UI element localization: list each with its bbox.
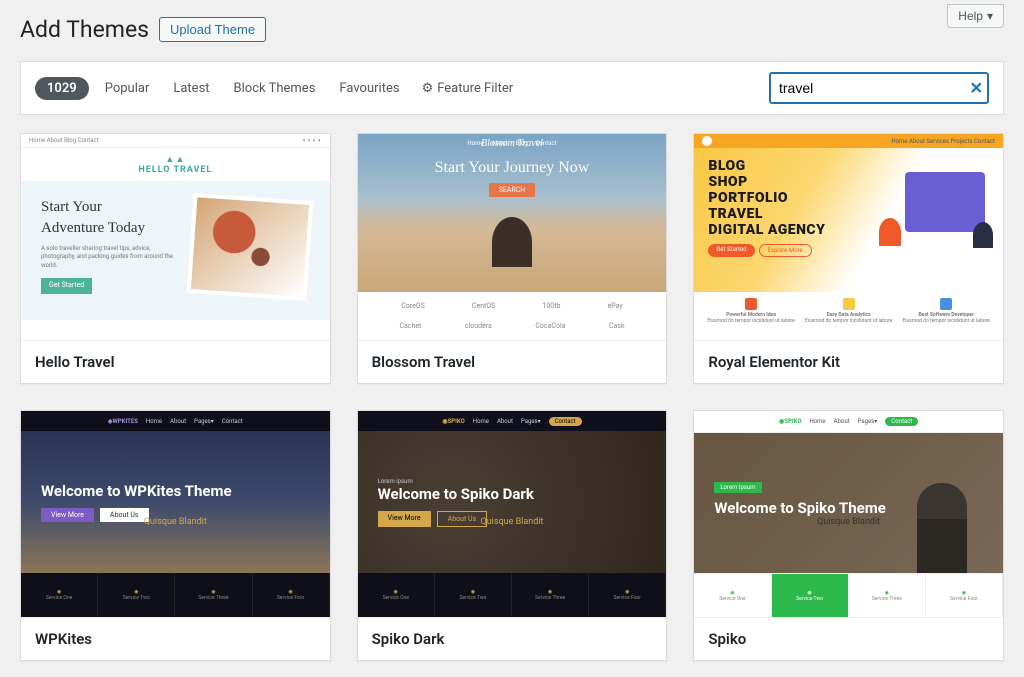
page-title: Add Themes (20, 16, 149, 43)
tab-block-themes[interactable]: Block Themes (226, 77, 324, 100)
theme-screenshot: HomeAboutBlogContact Blossom Travel Star… (358, 134, 667, 340)
theme-card[interactable]: Home About Services Projects Contact BLO… (693, 133, 1004, 384)
theme-screenshot: ◆WPKITESHomeAboutPages▾Contact Welcome t… (21, 411, 330, 617)
theme-screenshot: ◉SPIKOHomeAboutPages▾Contact Lorem Ipsum… (694, 411, 1003, 617)
theme-screenshot: Home About Services Projects Contact BLO… (694, 134, 1003, 340)
theme-name: Spiko (694, 617, 1003, 660)
feature-filter-label: Feature Filter (437, 81, 513, 96)
tab-popular[interactable]: Popular (97, 77, 158, 100)
feature-filter-button[interactable]: ⚙ Feature Filter (422, 81, 514, 96)
theme-card[interactable]: ◆WPKITESHomeAboutPages▾Contact Welcome t… (20, 410, 331, 661)
theme-card[interactable]: HomeAboutBlogContact Blossom Travel Star… (357, 133, 668, 384)
theme-logo: ▲▲HELLO TRAVEL (21, 148, 330, 181)
help-button-label: Help (958, 9, 983, 23)
theme-name: Royal Elementor Kit (694, 340, 1003, 383)
chevron-down-icon: ▾ (987, 9, 993, 23)
clear-search-icon[interactable]: ✕ (970, 79, 983, 98)
help-button[interactable]: Help ▾ (947, 4, 1004, 28)
filter-bar: 1029 Popular Latest Block Themes Favouri… (20, 61, 1004, 115)
gear-icon: ⚙ (422, 81, 434, 96)
theme-screenshot: Home About Blog Contact◐ ◐ ◐ ◐ ▲▲HELLO T… (21, 134, 330, 340)
theme-screenshot: ◉SPIKOHomeAboutPages▾Contact Lorem ipsum… (358, 411, 667, 617)
tab-favourites[interactable]: Favourites (331, 77, 407, 100)
theme-card[interactable]: ◉SPIKOHomeAboutPages▾Contact Lorem Ipsum… (693, 410, 1004, 661)
search-input[interactable] (769, 72, 989, 104)
upload-theme-button[interactable]: Upload Theme (159, 17, 266, 42)
theme-name: Hello Travel (21, 340, 330, 383)
theme-name: Blossom Travel (358, 340, 667, 383)
tab-latest[interactable]: Latest (165, 77, 217, 100)
theme-card[interactable]: Home About Blog Contact◐ ◐ ◐ ◐ ▲▲HELLO T… (20, 133, 331, 384)
theme-name: WPKites (21, 617, 330, 660)
theme-card[interactable]: ◉SPIKOHomeAboutPages▾Contact Lorem ipsum… (357, 410, 668, 661)
result-count-badge: 1029 (35, 77, 89, 100)
theme-name: Spiko Dark (358, 617, 667, 660)
themes-grid: Home About Blog Contact◐ ◐ ◐ ◐ ▲▲HELLO T… (20, 133, 1004, 661)
